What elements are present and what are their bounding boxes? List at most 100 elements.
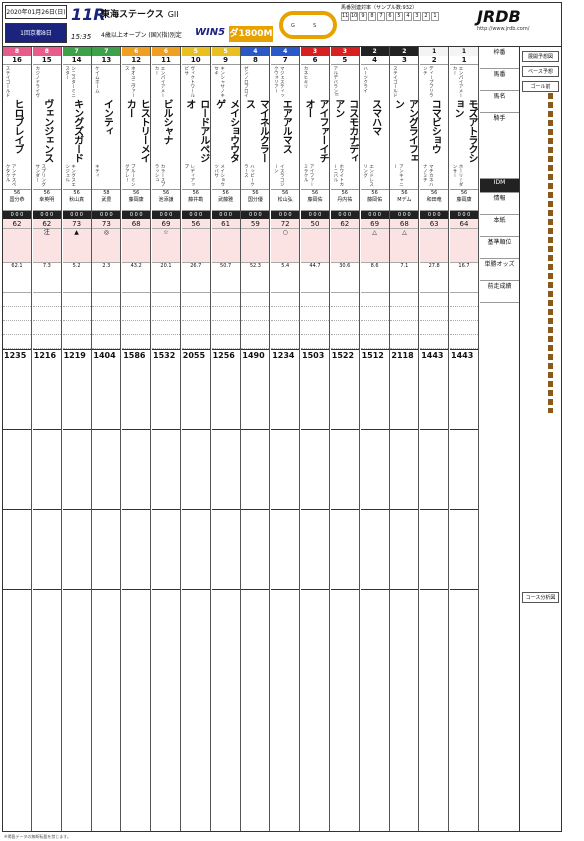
odds: 5.4 <box>271 263 300 293</box>
stats-grid <box>152 335 180 349</box>
horse-name[interactable]: インティ <box>99 99 113 163</box>
stats-grid <box>330 307 359 321</box>
past-race-2 <box>3 429 31 509</box>
jockey-weight: 56 松山弘 <box>271 189 300 211</box>
jockey-weight: 56 和田竜 <box>420 189 449 211</box>
weight: 56 <box>460 190 468 196</box>
weight: 56 <box>401 190 408 196</box>
horse-column[interactable]: 4 8 ゼンノロブロイ マイネルクラース ハッピークラース 56 国分優 0 0 0 59 52.… <box>241 47 271 831</box>
horse-column[interactable]: 1 2 ディープブリランテ コマビショウ マチカネハナノミチ 56 和田竜 0 0 0 63 27… <box>420 47 450 831</box>
jockey-weight: 56 丹内祐 <box>330 189 359 211</box>
past-race-3 <box>271 509 300 589</box>
gate-number: 1 <box>420 47 449 56</box>
horse-name[interactable]: マイネルクラース <box>241 99 269 163</box>
prediction-mark <box>3 229 31 263</box>
dam-name: レディアップ <box>183 164 195 187</box>
horse-number: 6 <box>301 56 329 65</box>
past-race-4 <box>211 589 240 669</box>
prediction-mark <box>450 229 478 263</box>
horse-column[interactable]: 4 7 マジェスティックウォリアー エアアルマス イスラコジーン 56 松山弘 0 0 0 72… <box>271 47 301 831</box>
horse-name[interactable]: ビルシャナ <box>159 99 173 163</box>
horse-column[interactable]: 5 9 キンシャサノキセキ メイショウウタゲ メイショウツバサ 56 武藤雅 0 0 0 61 5… <box>211 47 241 831</box>
stats-grid <box>32 321 61 335</box>
horse-name[interactable]: コスモカナディアン <box>331 99 359 163</box>
sire-name: ゼンノロブロイ <box>243 66 249 98</box>
jockey-weight: 56 国分優 <box>241 189 270 211</box>
past-race-2 <box>360 429 389 509</box>
horse-column[interactable]: 6 11 エンパイアメーカー ビルシャナ カラースプラッシュ 56 池添謙 0 0 0 69 ☆ 2… <box>152 47 181 831</box>
horse-column[interactable]: 7 14 シニスターミニスター キングズガード キングスエンジェル 56 秋山真 0 0 07… <box>62 47 92 831</box>
past-race-4 <box>330 589 359 669</box>
row-label: 騎手 <box>480 113 519 179</box>
sire-name: ハーツクライ <box>362 66 368 93</box>
odds: 8.6 <box>360 263 389 293</box>
horse-column[interactable]: 5 10 ヴィクトワールピサ ロードアルペジオ レディアップ 56 藤井勘 0 0 0 56 26… <box>181 47 211 831</box>
stats-grid <box>271 335 300 349</box>
stats-grid <box>92 293 121 307</box>
past-race-3 <box>211 509 240 589</box>
horse-name[interactable]: ヴェンジェンス <box>40 99 54 163</box>
horse-column[interactable]: 8 15 カジノドライヴ ヴェンジェンス スプリングサンダー 56 幸英明 0 0 0 62 注 7… <box>32 47 62 831</box>
rating-strip: 0 0 0 <box>450 211 478 219</box>
past-race-3 <box>181 509 210 589</box>
past-race-3 <box>32 509 61 589</box>
jockey: 武藤雅 <box>218 197 234 203</box>
odds: 16.7 <box>450 263 478 293</box>
horse-name[interactable]: モズアトラクション <box>450 99 478 163</box>
stats-grid <box>122 335 151 349</box>
past-race-1: 1404 <box>92 349 121 429</box>
past-time: 1216 <box>33 351 57 360</box>
horse-number: 7 <box>271 56 300 65</box>
stats-grid <box>3 321 31 335</box>
stats-grid <box>301 335 329 349</box>
jrdb-logo[interactable]: JRDB http://www.jrdb.com/ <box>477 7 557 37</box>
horse-name[interactable]: キングズガード <box>70 99 84 163</box>
stats-row: 11 10 9 8 7 6 5 4 3 2 1 <box>341 12 471 21</box>
past-race-2 <box>450 429 478 509</box>
past-race-3 <box>450 509 478 589</box>
horse-column[interactable]: 7 13 ケイムホーム インティ キティ 58 武豊 0 0 0 73 ◎ 2.3 1404 <box>92 47 122 831</box>
jockey: 国分恭 <box>9 197 25 203</box>
rating-strip: 0 0 0 <box>360 211 389 219</box>
horse-name[interactable]: コマビショウ <box>427 99 441 163</box>
horse-column[interactable]: 3 6 カネヒキリ アイファーイチオー アイファーミラクル 56 藤岡佑 0 0 0 50 44.… <box>301 47 330 831</box>
horse-name[interactable]: エアアルマス <box>278 99 292 163</box>
row-label: 馬名 <box>480 91 519 113</box>
row-label: 情報 <box>480 193 519 215</box>
rating-strip: 0 0 0 <box>122 211 151 219</box>
stats-grid <box>122 307 151 321</box>
gate-number: 6 <box>152 47 180 56</box>
horse-name[interactable]: ヒロブレイブ <box>10 99 24 163</box>
horse-name[interactable]: アングライフェン <box>390 99 418 163</box>
prediction-mark <box>330 229 359 263</box>
horse-name[interactable]: ロードアルペジオ <box>182 99 210 163</box>
row-label: IDM <box>480 179 519 193</box>
horse-name[interactable]: アイファーイチオー <box>301 99 329 163</box>
past-time: 1503 <box>302 351 325 360</box>
horse-column[interactable]: 2 3 ステイゴールド アングライフェン アンキャニー 56 Mデム 0 0 0 68 △ 7.1 2… <box>390 47 420 831</box>
horse-name[interactable]: スマハマ <box>368 99 382 163</box>
past-race-2 <box>122 429 151 509</box>
stats-grid <box>420 293 449 307</box>
dam-name: ブルーミングアレー <box>124 164 136 187</box>
past-time: 1490 <box>242 351 265 360</box>
horse-name[interactable]: ヒストリーメイカー <box>122 99 150 163</box>
horse-column[interactable]: 3 5 アルデバランII コスモカナディアン ホワイトカーニバル 56 丹内祐 0 0 0 62… <box>330 47 360 831</box>
jockey: Mデム <box>397 197 412 203</box>
weight: 56 <box>43 190 50 196</box>
prediction-mark: △ <box>360 229 389 263</box>
logo-url[interactable]: http://www.jrdb.com/ <box>477 26 557 32</box>
past-race-1: 2118 <box>390 349 419 429</box>
row-label: 馬番 <box>480 69 519 91</box>
horse-column[interactable]: 6 12 ネオユニヴァース ヒストリーメイカー ブルーミングアレー 56 藤岡康 0 0 06… <box>122 47 152 831</box>
past-race-4 <box>152 589 180 669</box>
horse-name[interactable]: メイショウウタゲ <box>212 99 240 163</box>
odds: 20.1 <box>152 263 180 293</box>
gate-number: 3 <box>301 47 329 56</box>
horse-column[interactable]: 8 16 ステイゴールド ヒロブレイブ アンナスペクタクル 56 国分恭 0 0 0 62 62.… <box>3 47 32 831</box>
horse-column[interactable]: 2 4 ハーツクライ スマハマ エンドレスリング 56 藤岡佑 0 0 0 69 △ 8.6 1512 <box>360 47 390 831</box>
horse-number: 4 <box>360 56 389 65</box>
weight: 56 <box>192 190 199 196</box>
race-card: 2020年01月26日(日) 1回京都8日 11R 東海ステークス GII 15:… <box>2 2 562 832</box>
horse-column[interactable]: 1 1 エンパイアメーカー モズアトラクション ホーリーダンサー 56 藤岡康 0 0 0 64… <box>450 47 479 831</box>
